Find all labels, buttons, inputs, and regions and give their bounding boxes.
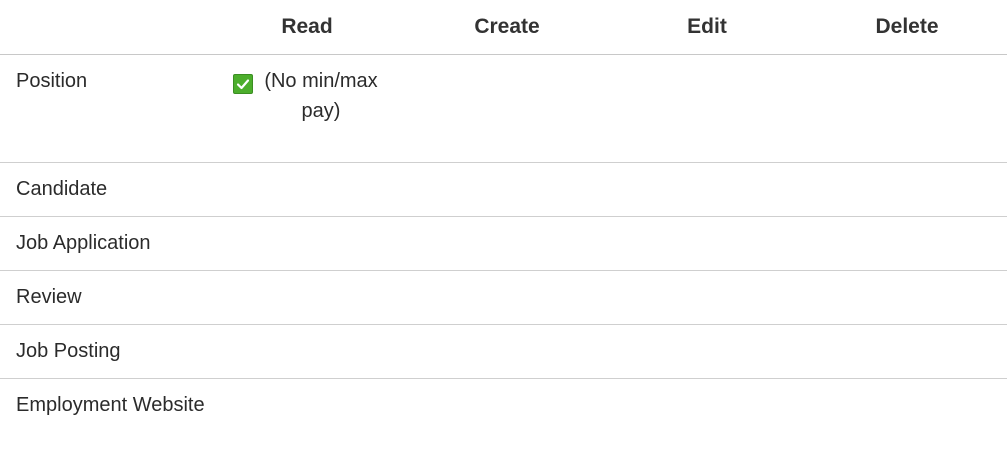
read-note: (No min/max pay): [261, 66, 381, 126]
delete-cell: [807, 325, 1007, 379]
header-delete: Delete: [807, 0, 1007, 55]
header-read: Read: [207, 0, 407, 55]
edit-cell: [607, 55, 807, 163]
object-name: Position: [0, 55, 207, 163]
permissions-table: Read Create Edit Delete Position (No min…: [0, 0, 1007, 470]
edit-cell: [607, 217, 807, 271]
create-cell: [407, 379, 607, 470]
header-row: Read Create Edit Delete: [0, 0, 1007, 55]
create-cell: [407, 271, 607, 325]
header-create: Create: [407, 0, 607, 55]
delete-cell: [807, 163, 1007, 217]
table-row: Candidate: [0, 163, 1007, 217]
read-cell: [207, 271, 407, 325]
create-cell: [407, 55, 607, 163]
table-row: Position (No min/max pay): [0, 55, 1007, 163]
read-cell: [207, 325, 407, 379]
edit-cell: [607, 379, 807, 470]
object-name: Job Posting: [0, 325, 207, 379]
edit-cell: [607, 271, 807, 325]
delete-cell: [807, 217, 1007, 271]
object-name: Candidate: [0, 163, 207, 217]
table-row: Review: [0, 271, 1007, 325]
checkbox-checked-icon[interactable]: [233, 74, 253, 94]
table-row: Employment Website: [0, 379, 1007, 470]
read-cell: (No min/max pay): [207, 55, 407, 163]
edit-cell: [607, 163, 807, 217]
create-cell: [407, 163, 607, 217]
delete-cell: [807, 55, 1007, 163]
read-cell: [207, 217, 407, 271]
read-cell: [207, 379, 407, 470]
header-object: [0, 0, 207, 55]
delete-cell: [807, 271, 1007, 325]
create-cell: [407, 217, 607, 271]
delete-cell: [807, 379, 1007, 470]
read-cell: [207, 163, 407, 217]
table-row: Job Application: [0, 217, 1007, 271]
object-name: Review: [0, 271, 207, 325]
create-cell: [407, 325, 607, 379]
edit-cell: [607, 325, 807, 379]
table-row: Job Posting: [0, 325, 1007, 379]
object-name: Job Application: [0, 217, 207, 271]
header-edit: Edit: [607, 0, 807, 55]
object-name: Employment Website: [0, 379, 207, 470]
